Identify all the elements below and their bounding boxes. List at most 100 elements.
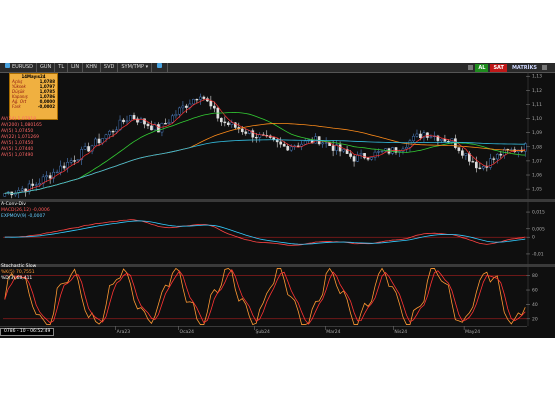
info-row: Fark -0,0002 (10, 104, 57, 109)
candle-body (366, 157, 370, 160)
y-tick-label: 1,13 (532, 74, 542, 80)
candle-body (230, 122, 234, 125)
y-tick-label: 0,015 (532, 210, 545, 216)
candle-body (73, 160, 76, 162)
candle-body (324, 142, 328, 144)
settings-square-icon[interactable] (468, 65, 474, 70)
candle-body (405, 147, 408, 150)
time-readout: 0786 - 10 - 06:52:49 (0, 328, 55, 336)
candle-body (226, 122, 230, 125)
candle-body (272, 137, 276, 140)
candle-body (219, 117, 223, 123)
candle-body (419, 133, 422, 139)
ma-label: AV(5) 1,07490 (1, 153, 34, 158)
candle-body (342, 149, 345, 152)
candle-body (157, 124, 160, 133)
candle-body (69, 160, 73, 163)
candle-body (464, 153, 468, 156)
candle-body (167, 121, 171, 124)
stoch-d-line (4, 269, 526, 325)
candle-body (87, 146, 90, 152)
x-tick-label: Mar24 (326, 329, 340, 335)
candle-body (94, 138, 97, 147)
candle-body (101, 138, 104, 144)
x-tick-label: May24 (465, 329, 480, 335)
candle-body (412, 135, 415, 142)
ma-label: AV(5) 1,07440 (1, 147, 34, 152)
candle-body (373, 151, 377, 158)
period-day-button[interactable]: GUN (37, 63, 56, 72)
ma-label: AV(5) 1,07450 (1, 129, 34, 134)
candle-body (38, 183, 42, 185)
chart-plot-area[interactable]: 1,13 1,12 1,11 1,10 1,09 1,08 1,07 1,06 1,05 0,01… (0, 72, 555, 338)
candle-body (363, 153, 366, 159)
candle-body (31, 183, 35, 186)
candle-body (359, 153, 363, 156)
chart-icon (5, 63, 10, 68)
y-tick-label: 40 (532, 302, 538, 308)
ma-5-line (4, 98, 526, 194)
ma-label: AV(22) 1,071269 (1, 135, 40, 140)
y-tick-label: 1,05 (532, 187, 542, 193)
candle-body (370, 157, 373, 160)
y-tick-label: 0,005 (532, 226, 545, 232)
info-value: -0,0002 (37, 104, 55, 109)
symbol-selector[interactable]: EURUSD (0, 63, 37, 72)
close-icon[interactable] (542, 65, 547, 70)
currency-tl-button[interactable]: TL (55, 63, 69, 72)
candle-body (457, 147, 461, 151)
candle-body (352, 156, 356, 162)
y-tick-label: 1,08 (532, 144, 542, 150)
stoch-title: Stochastic Slow (1, 264, 37, 269)
candle-body (125, 120, 129, 123)
candle-body (150, 125, 153, 131)
candle-body (122, 119, 125, 123)
x-tick-label: Ara23 (117, 329, 131, 335)
candle-body (199, 96, 202, 100)
candle-body (146, 123, 150, 127)
candle-body (356, 154, 359, 162)
candle-body (478, 167, 482, 169)
twitter-icon (157, 63, 163, 68)
macd-signal-line (4, 220, 526, 245)
candle-body (48, 175, 52, 179)
template-dropdown[interactable]: SYM/TMP ▾ (118, 63, 153, 72)
candle-button[interactable]: SVD (101, 63, 119, 72)
candle-body (244, 131, 248, 134)
y-tick-label: 1,12 (532, 88, 542, 94)
stoch-k-label: %K(5) 70,7551 (1, 270, 35, 275)
sell-button[interactable]: SAT (490, 63, 507, 72)
candle-body (181, 105, 185, 109)
volume-button[interactable]: KHN (83, 63, 101, 72)
twitter-button[interactable] (152, 63, 169, 72)
candle-body (76, 159, 80, 162)
macd-line (4, 219, 526, 246)
candle-body (279, 141, 283, 145)
candle-body (202, 96, 206, 99)
candle-body (97, 138, 101, 144)
candle-body (429, 136, 433, 138)
buy-button[interactable]: AL (475, 63, 489, 72)
candle-body (192, 98, 195, 105)
stoch-k-line (4, 267, 526, 326)
candle-body (164, 123, 167, 125)
candle-body (66, 162, 69, 169)
candle-body (380, 150, 384, 153)
candle-body (474, 161, 478, 169)
macd-title: A-Conv-Div (1, 202, 26, 207)
ma-label: AV(200) 1,080165 (1, 123, 42, 128)
candle-body (321, 142, 324, 145)
candle-body (377, 151, 380, 153)
candle-body (115, 129, 118, 132)
candle-body (286, 146, 290, 151)
line-chart-button[interactable]: LIN (68, 63, 84, 72)
candle-body (3, 193, 7, 197)
candle-body (62, 165, 66, 169)
ma-200-line (4, 139, 526, 194)
candle-body (240, 128, 244, 133)
candle-body (160, 123, 164, 133)
candle-body (132, 115, 136, 120)
candle-body (171, 115, 174, 123)
trading-chart-window: EURUSD GUN TL LIN KHN SVD SYM/TMP ▾ AL S… (0, 63, 555, 338)
toolbar-right: AL SAT MATRİKS (468, 63, 547, 72)
